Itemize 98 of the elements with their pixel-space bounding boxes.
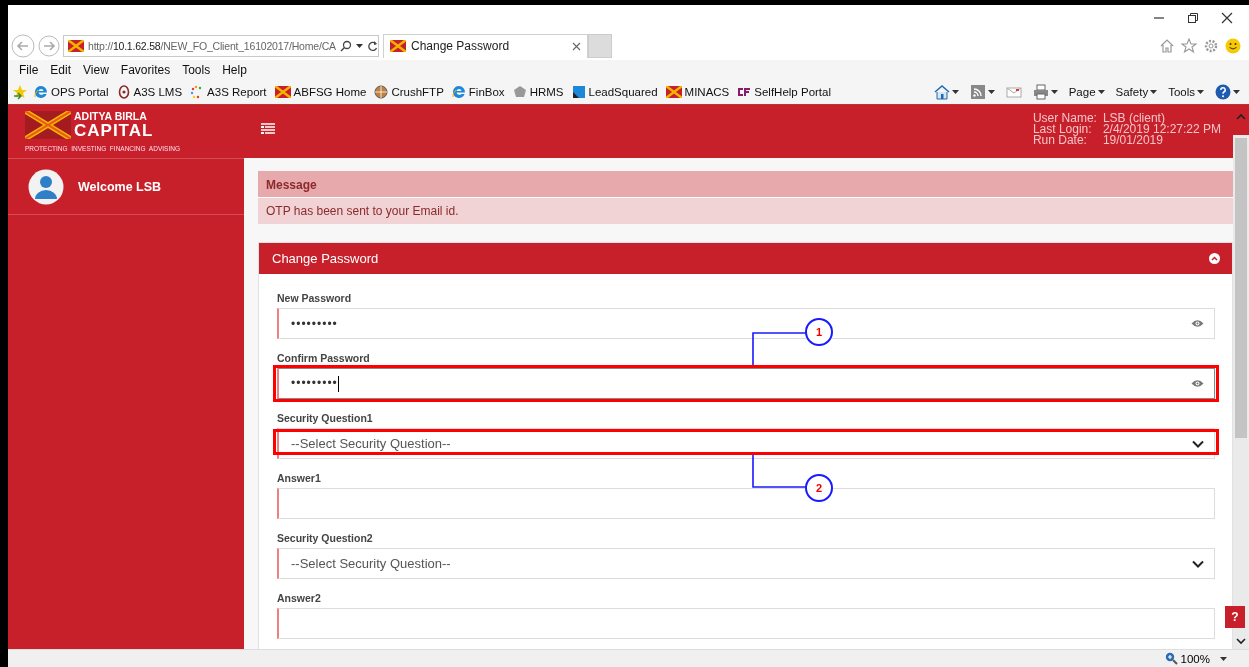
site-icon	[665, 86, 682, 98]
info-value: 2/4/2019 12:27:22 PM	[1102, 124, 1221, 135]
caret-icon	[355, 41, 363, 50]
field-label: Security Question1	[277, 412, 373, 424]
scroll-down-icon[interactable]	[1236, 638, 1246, 645]
field-label: Confirm Password	[277, 352, 370, 364]
password-field[interactable]: •••••••••	[277, 368, 1215, 399]
field-label: Answer1	[277, 472, 321, 484]
command-menu[interactable]: Tools	[1165, 86, 1207, 98]
caret-icon	[1097, 88, 1105, 96]
refresh-icon	[366, 39, 378, 52]
chevron-icon	[1192, 439, 1204, 448]
close-icon[interactable]	[1221, 12, 1233, 24]
site-icon	[34, 85, 48, 99]
caret-icon	[1220, 654, 1227, 663]
favorite-link[interactable]: A3S LMS	[114, 85, 185, 99]
command-menu[interactable]: Page	[1065, 86, 1108, 98]
scrollbar[interactable]	[1233, 105, 1249, 649]
restore-icon[interactable]	[1187, 12, 1199, 24]
search-icon	[339, 39, 352, 52]
collapse-icon[interactable]	[1209, 253, 1220, 264]
help-button[interactable]: ?	[1225, 606, 1245, 628]
callout-badge: 2	[805, 474, 833, 502]
favorite-link[interactable]: SelfHelp Portal	[735, 85, 833, 99]
logo-text: ADITYA BIRLA	[74, 111, 148, 122]
site-logo-icon	[390, 40, 406, 52]
site-icon	[374, 85, 389, 99]
menu-item[interactable]: View	[78, 63, 114, 77]
avatar-icon	[28, 169, 64, 205]
scrollbar-thumb[interactable]	[1235, 138, 1247, 438]
scroll-up-icon[interactable]	[1236, 113, 1246, 120]
favorite-link[interactable]: OPS Portal	[32, 85, 111, 99]
menu-item[interactable]: Help	[217, 63, 252, 77]
menu-item[interactable]: File	[14, 63, 44, 77]
callout-badge: 1	[805, 318, 833, 346]
favorite-link[interactable]: A3S Report	[188, 85, 269, 99]
site-icon	[571, 85, 586, 99]
leader-line	[752, 455, 808, 489]
address-bar[interactable]: http://10.1.62.58/NEW_FO_Client_16102017/Home/CA	[63, 34, 379, 57]
browser-tab[interactable]: Change Password	[383, 33, 588, 58]
caret-icon	[1233, 88, 1240, 96]
favorite-link[interactable]: ABFSG Home	[272, 86, 369, 98]
favorite-link[interactable]: CrushFTP	[372, 85, 446, 99]
chevron-icon	[1192, 559, 1204, 568]
logo-drawing	[25, 111, 71, 139]
favorite-link[interactable]: LeadSquared	[569, 85, 660, 99]
caret-icon	[1150, 88, 1158, 96]
caret-icon	[1050, 88, 1058, 96]
home-icon[interactable]	[1159, 37, 1175, 54]
menu-toggle-button[interactable]	[260, 122, 276, 136]
favorite-link[interactable]: HRMS	[510, 85, 566, 99]
favorites-icon[interactable]	[12, 84, 28, 100]
site-icon	[737, 85, 752, 99]
welcome-text: Welcome LSB	[78, 180, 162, 194]
command-menu[interactable]: Safety	[1112, 86, 1161, 98]
menu-icon	[261, 123, 275, 134]
field-label: Answer2	[277, 592, 321, 604]
site-icon	[451, 85, 466, 99]
smiley-icon[interactable]	[1225, 37, 1241, 54]
zoom-icon	[1164, 652, 1178, 665]
text-cursor	[337, 375, 339, 392]
field-label: Security Question2	[277, 532, 373, 544]
site-logo-icon	[68, 39, 84, 52]
printer-icon	[1032, 84, 1049, 100]
caret-icon	[987, 88, 995, 96]
feed-icon	[969, 84, 986, 100]
home-icon	[933, 84, 950, 100]
caret-icon	[951, 88, 959, 96]
close-icon[interactable]	[572, 41, 581, 51]
favorite-link[interactable]: FinBox	[449, 85, 507, 99]
leader-line	[752, 332, 808, 366]
caret-icon	[1197, 88, 1204, 96]
star-icon[interactable]	[1181, 37, 1197, 54]
zoom-button[interactable]: 100%	[1164, 652, 1210, 665]
message-text: OTP has been sent to your Email id.	[258, 197, 1233, 224]
panel-title: Change Password	[272, 251, 379, 266]
select-field[interactable]: --Select Security Question--	[277, 548, 1215, 579]
site-icon	[512, 85, 527, 99]
field-label: New Password	[277, 292, 352, 304]
site-icon	[274, 86, 291, 98]
menu-item[interactable]: Tools	[177, 63, 216, 77]
info-label: Last Login:	[1032, 124, 1093, 135]
eye-icon[interactable]	[1191, 319, 1204, 328]
message-title: Message	[258, 171, 1233, 197]
menu-item[interactable]: Favorites	[115, 63, 176, 77]
help-icon	[1215, 84, 1231, 100]
text-field[interactable]	[277, 608, 1215, 639]
info-value: 19/01/2019	[1102, 135, 1164, 146]
site-icon	[116, 85, 131, 99]
info-label: Run Date:	[1032, 135, 1087, 146]
info-value: LSB (client)	[1102, 113, 1165, 124]
settings-icon[interactable]	[1203, 37, 1219, 54]
mail-icon	[1005, 84, 1022, 100]
eye-icon[interactable]	[1191, 379, 1204, 388]
favorite-link[interactable]: MINACS	[663, 86, 732, 98]
logo-text: CAPITAL	[74, 121, 154, 139]
menu-item[interactable]: Edit	[45, 63, 77, 77]
info-label: User Name:	[1032, 113, 1097, 124]
